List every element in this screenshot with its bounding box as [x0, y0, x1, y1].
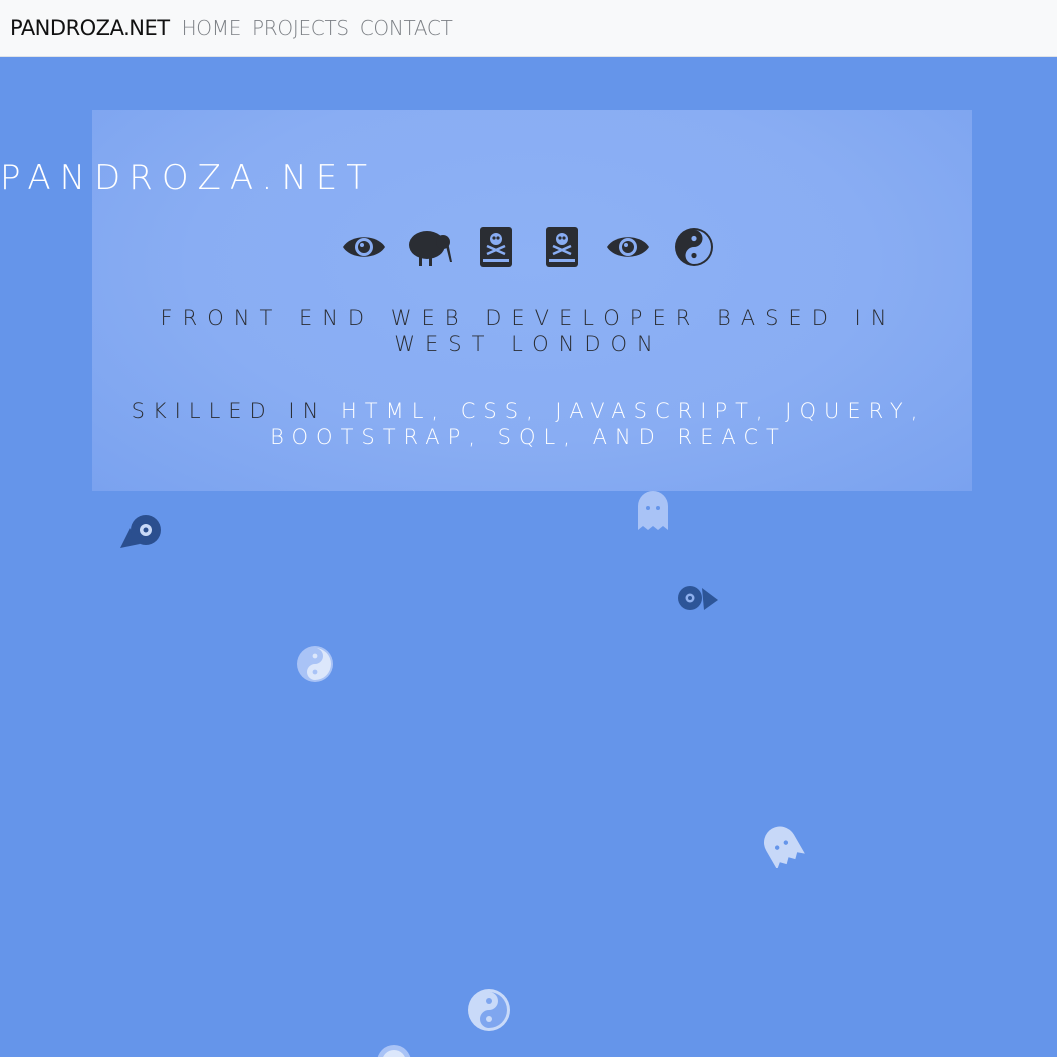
- navbar: Pandroza.net Home Projects Contact: [0, 0, 1057, 57]
- comet-icon: [120, 515, 161, 548]
- comet-icon: [678, 586, 718, 610]
- nav-link-projects[interactable]: Projects: [252, 16, 349, 40]
- yin-yang-icon: [297, 646, 333, 682]
- kiwi-bird-icon: [408, 231, 452, 266]
- brand-link[interactable]: Pandroza.net: [10, 16, 170, 40]
- nav-link-contact[interactable]: Contact: [360, 16, 453, 40]
- skills-prefix: SKILLED IN: [131, 399, 341, 423]
- tagline: FRONT END WEB DEVELOPER BASED IN WEST LO…: [160, 306, 897, 356]
- yin-yang-icon: [377, 1045, 411, 1057]
- eye-icon: [606, 237, 649, 257]
- ghost-icon: [638, 491, 668, 530]
- yin-yang-icon: [468, 989, 510, 1031]
- skills-text: SKILLED IN HTML, CSS, JAVASCRIPT, JQUERY…: [110, 398, 947, 450]
- icon-row: [0, 226, 1057, 268]
- nav-link-home[interactable]: Home: [182, 16, 242, 40]
- ghost-icon: [764, 826, 805, 868]
- hero-title: PANDROZA.NET: [0, 158, 377, 198]
- eye-icon: [342, 237, 385, 257]
- book-dead-icon: [545, 227, 578, 267]
- yin-yang-icon: [674, 228, 713, 266]
- book-dead-icon: [479, 227, 512, 267]
- skills-list: HTML, CSS, JAVASCRIPT, JQUERY, BOOTSTRAP…: [270, 399, 926, 449]
